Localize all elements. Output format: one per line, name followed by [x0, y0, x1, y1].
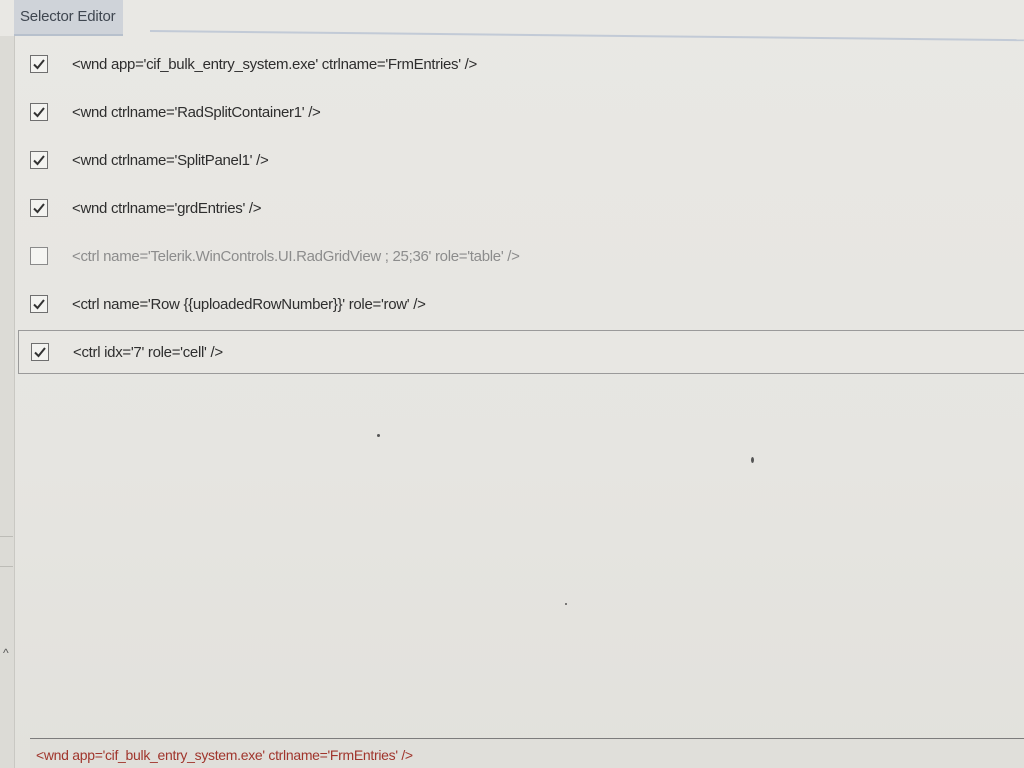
checkmark-icon — [34, 347, 46, 358]
selector-line[interactable]: <wnd app='cif_bulk_entry_system.exe' ctr… — [18, 40, 1024, 88]
selector-line-text: <ctrl name='Telerik.WinControls.UI.RadGr… — [72, 247, 520, 265]
selector-line-checkbox[interactable] — [31, 343, 49, 361]
selector-line-checkbox[interactable] — [30, 199, 48, 217]
selector-lines-list: <wnd app='cif_bulk_entry_system.exe' ctr… — [18, 40, 1024, 374]
selector-line[interactable]: <ctrl name='Telerik.WinControls.UI.RadGr… — [18, 232, 1024, 280]
selector-line[interactable]: <ctrl idx='7' role='cell' /> — [18, 330, 1024, 374]
selector-line-checkbox[interactable] — [30, 295, 48, 313]
selector-line-checkbox[interactable] — [30, 55, 48, 73]
selector-line[interactable]: <wnd ctrlname='grdEntries' /> — [18, 184, 1024, 232]
selector-line-checkbox[interactable] — [30, 247, 48, 265]
left-panel-edge: ^ — [0, 36, 15, 768]
selector-preview-bar: <wnd app='cif_bulk_entry_system.exe' ctr… — [30, 738, 1024, 768]
checkmark-icon — [33, 155, 45, 166]
window-title: Selector Editor — [20, 8, 116, 25]
selector-line-text: <wnd ctrlname='RadSplitContainer1' /> — [72, 103, 321, 121]
selector-preview-text: <wnd app='cif_bulk_entry_system.exe' ctr… — [36, 747, 413, 763]
left-edge-divider — [0, 566, 13, 567]
checkmark-icon — [33, 299, 45, 310]
selector-line-text: <wnd app='cif_bulk_entry_system.exe' ctr… — [72, 55, 478, 73]
selector-line-text: <wnd ctrlname='grdEntries' /> — [72, 199, 262, 217]
chevron-up-icon[interactable]: ^ — [3, 646, 9, 660]
checkmark-icon — [33, 203, 45, 214]
checkmark-icon — [33, 107, 45, 118]
screen-speck — [565, 603, 567, 605]
selector-line-text: <ctrl name='Row {{uploadedRowNumber}}' r… — [72, 295, 426, 313]
screen-speck — [377, 434, 380, 437]
selector-line[interactable]: <wnd ctrlname='SplitPanel1' /> — [18, 136, 1024, 184]
selector-line-checkbox[interactable] — [30, 103, 48, 121]
selector-line[interactable]: <wnd ctrlname='RadSplitContainer1' /> — [18, 88, 1024, 136]
selector-editor-tab[interactable]: Selector Editor — [14, 0, 124, 36]
selector-line-text: <ctrl idx='7' role='cell' /> — [73, 343, 223, 361]
screen-speck — [751, 457, 754, 463]
selector-line[interactable]: <ctrl name='Row {{uploadedRowNumber}}' r… — [18, 280, 1024, 328]
selector-line-text: <wnd ctrlname='SplitPanel1' /> — [72, 151, 269, 169]
left-edge-divider — [0, 536, 13, 537]
checkmark-icon — [33, 59, 45, 70]
selector-line-checkbox[interactable] — [30, 151, 48, 169]
selector-editor-window: Selector Editor ^ <wnd app='cif_bulk_ent… — [0, 0, 1024, 768]
